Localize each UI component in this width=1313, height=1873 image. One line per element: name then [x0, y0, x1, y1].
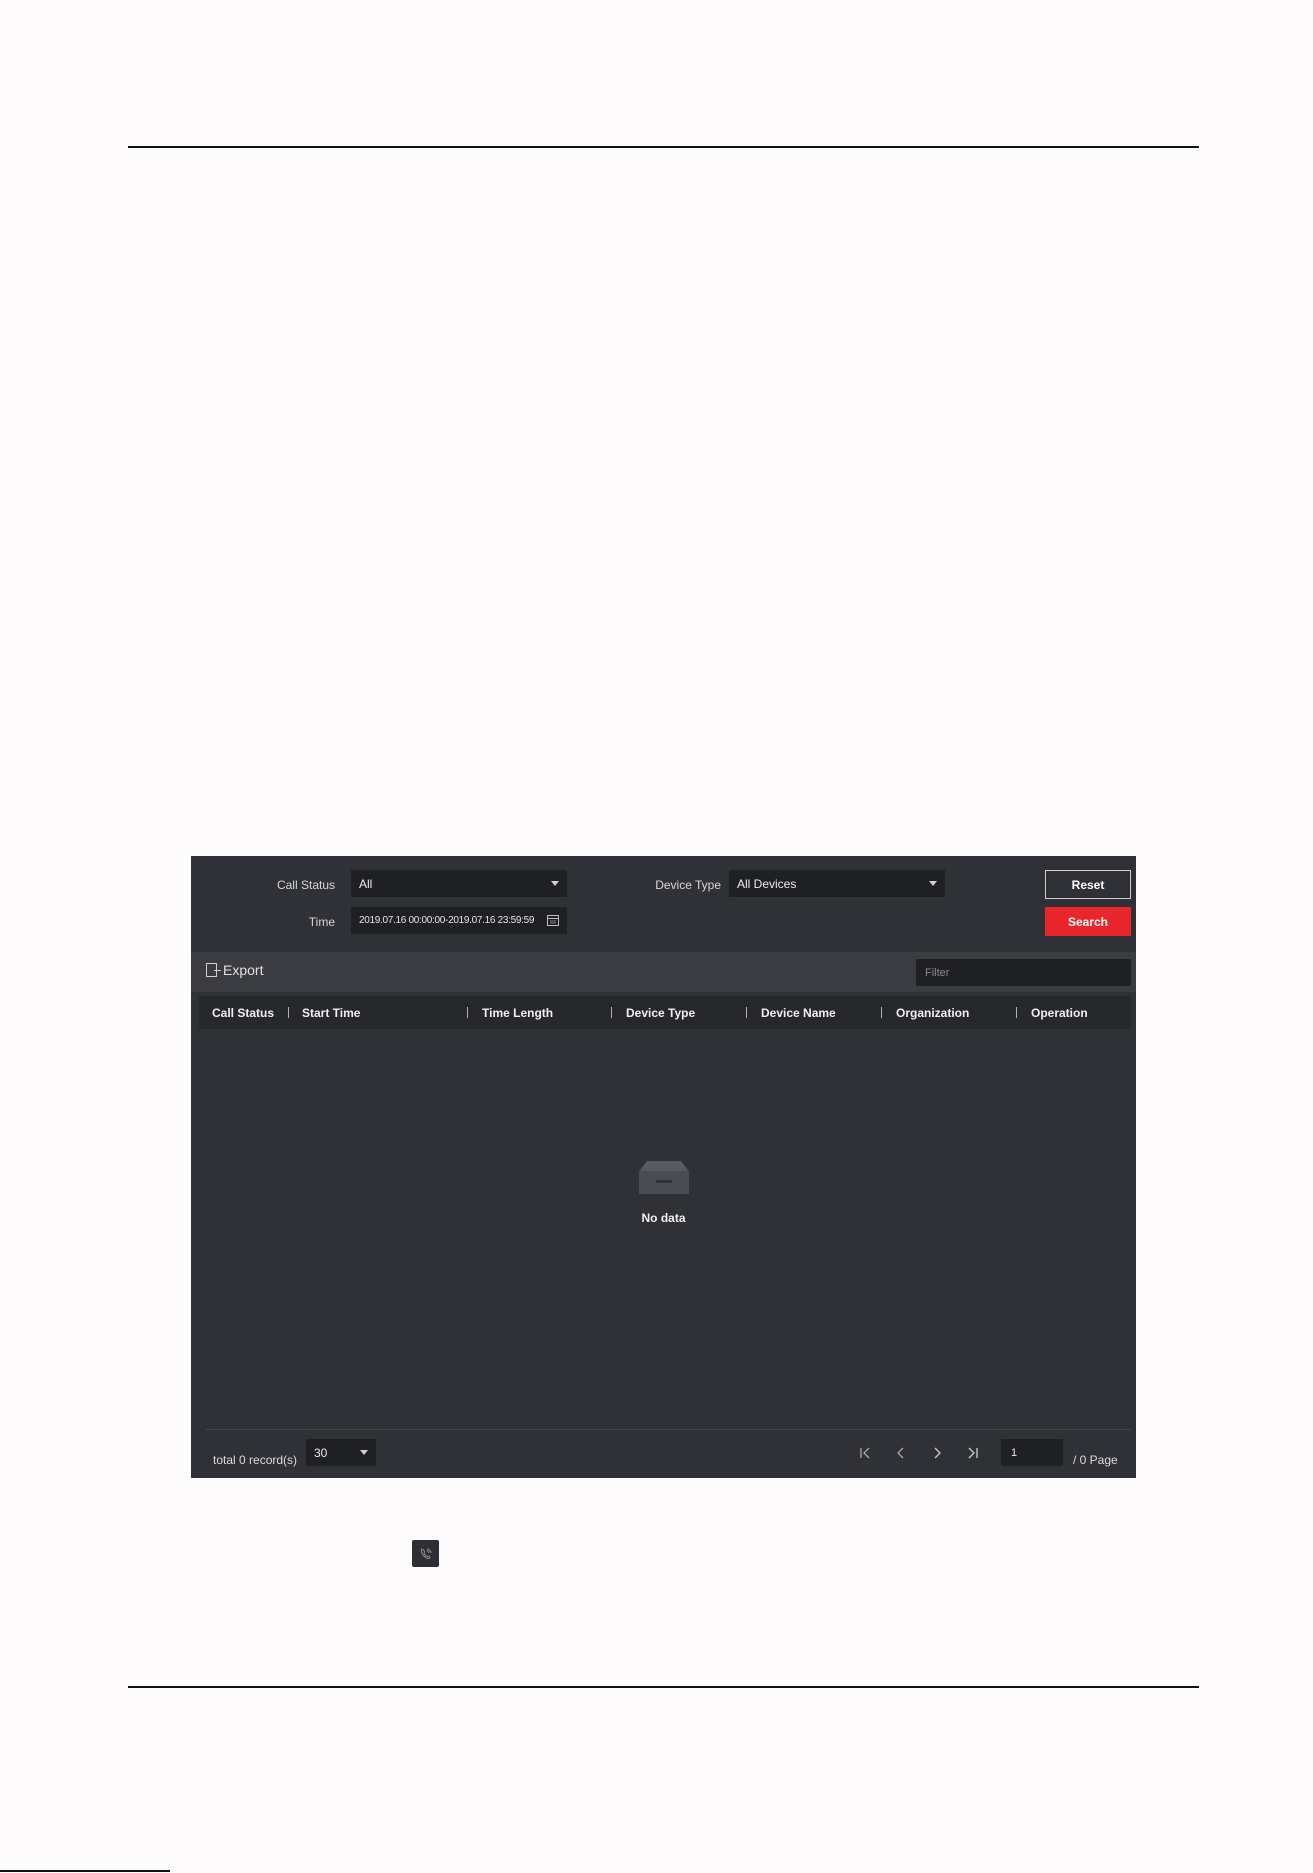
chevron-down-icon: [551, 881, 559, 886]
reset-button[interactable]: Reset: [1045, 870, 1131, 899]
calendar-icon[interactable]: [547, 915, 559, 926]
chevron-down-icon: [360, 1450, 368, 1455]
page-size-value: 30: [314, 1445, 328, 1460]
column-divider: [611, 1007, 612, 1018]
time-range-field[interactable]: 2019.07.16 00:00:00-2019.07.16 23:59:59: [351, 907, 567, 934]
device-type-select[interactable]: All Devices: [729, 870, 945, 897]
page-size-select[interactable]: 30: [306, 1439, 376, 1466]
footer-divider: [206, 1429, 1131, 1430]
device-type-value: All Devices: [737, 876, 797, 891]
page-total: / 0 Page: [1073, 1453, 1118, 1467]
device-type-label: Device Type: [655, 878, 721, 892]
last-page-icon[interactable]: [964, 1444, 982, 1462]
column-device-type[interactable]: Device Type: [626, 996, 695, 1029]
call-status-label: Call Status: [276, 878, 335, 892]
export-icon: [206, 963, 221, 977]
time-label: Time: [308, 915, 335, 929]
table-header: Call Status Start Time Time Length Devic…: [199, 996, 1131, 1029]
column-divider: [1016, 1007, 1017, 1018]
call-log-panel: Call Status All Device Type All Devices …: [191, 856, 1136, 1478]
empty-tray-icon: [639, 1161, 689, 1194]
header-rule: [128, 146, 1199, 148]
empty-state-text: No data: [641, 1211, 686, 1225]
next-page-icon[interactable]: [928, 1444, 946, 1462]
call-icon: [412, 1540, 439, 1567]
chevron-down-icon: [929, 881, 937, 886]
column-divider: [881, 1007, 882, 1018]
column-start-time[interactable]: Start Time: [302, 996, 360, 1029]
table-body: No data: [191, 1029, 1136, 1429]
column-divider: [746, 1007, 747, 1018]
prev-page-icon[interactable]: [892, 1444, 910, 1462]
filter-input[interactable]: [916, 959, 1131, 986]
column-operation[interactable]: Operation: [1031, 996, 1088, 1029]
first-page-icon[interactable]: [856, 1444, 874, 1462]
search-button[interactable]: Search: [1045, 907, 1131, 936]
column-divider: [288, 1007, 289, 1018]
column-divider: [467, 1007, 468, 1018]
column-organization[interactable]: Organization: [896, 996, 969, 1029]
column-device-name[interactable]: Device Name: [761, 996, 836, 1029]
export-label: Export: [223, 962, 264, 978]
column-time-length[interactable]: Time Length: [482, 996, 553, 1029]
call-status-select[interactable]: All: [351, 870, 567, 897]
page-edge-line: [0, 1870, 170, 1872]
page-number-input[interactable]: [1001, 1439, 1063, 1466]
export-button[interactable]: Export: [206, 962, 263, 978]
total-records: total 0 record(s): [213, 1453, 298, 1467]
call-status-value: All: [359, 876, 373, 891]
column-call-status[interactable]: Call Status: [212, 996, 274, 1029]
time-range-value: 2019.07.16 00:00:00-2019.07.16 23:59:59: [359, 915, 535, 926]
footer-rule: [128, 1686, 1199, 1688]
